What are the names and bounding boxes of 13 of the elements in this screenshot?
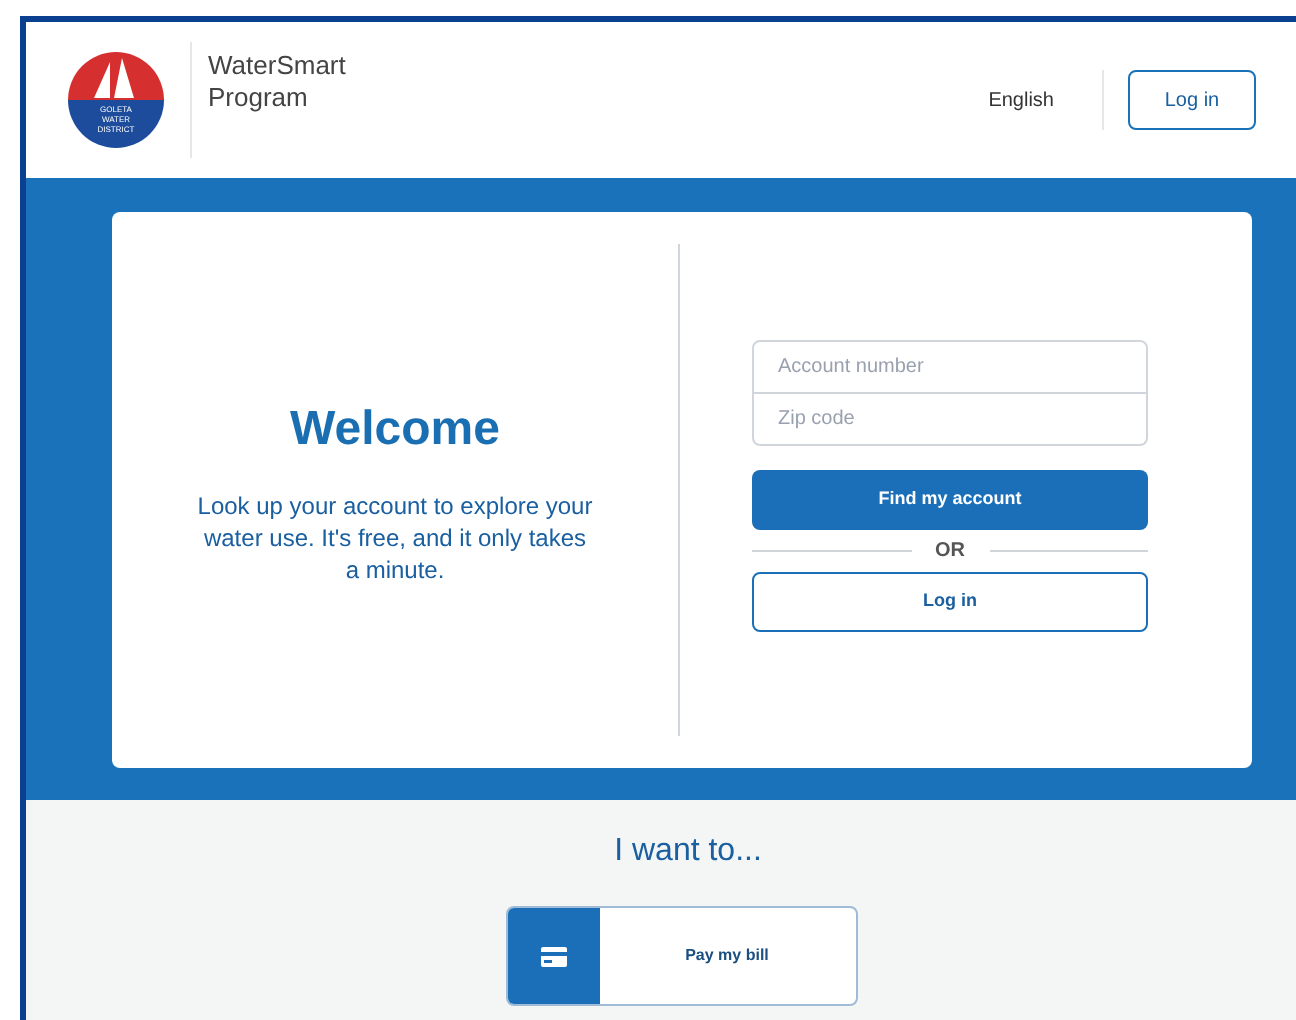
credit-card-icon (539, 945, 567, 967)
login-button[interactable]: Log in (1128, 70, 1256, 130)
language-link[interactable]: English (988, 85, 1054, 115)
find-account-button[interactable]: Find my account (752, 470, 1148, 530)
zip-code-field[interactable]: Zip code (752, 394, 1148, 446)
login-button[interactable]: Log in (752, 572, 1148, 632)
account-number-field[interactable]: Account number (752, 340, 1148, 394)
pay-bill-button[interactable]: Pay my bill (505, 906, 857, 1006)
section-title: I want to... (614, 832, 762, 872)
program-name: WaterSmart Program (208, 50, 348, 114)
or-divider-text: OR (935, 538, 965, 566)
welcome-text: Look up your account to explore your water use. It's free, and it only takes a minute. (195, 490, 595, 586)
welcome-title: Welcome (290, 400, 500, 460)
